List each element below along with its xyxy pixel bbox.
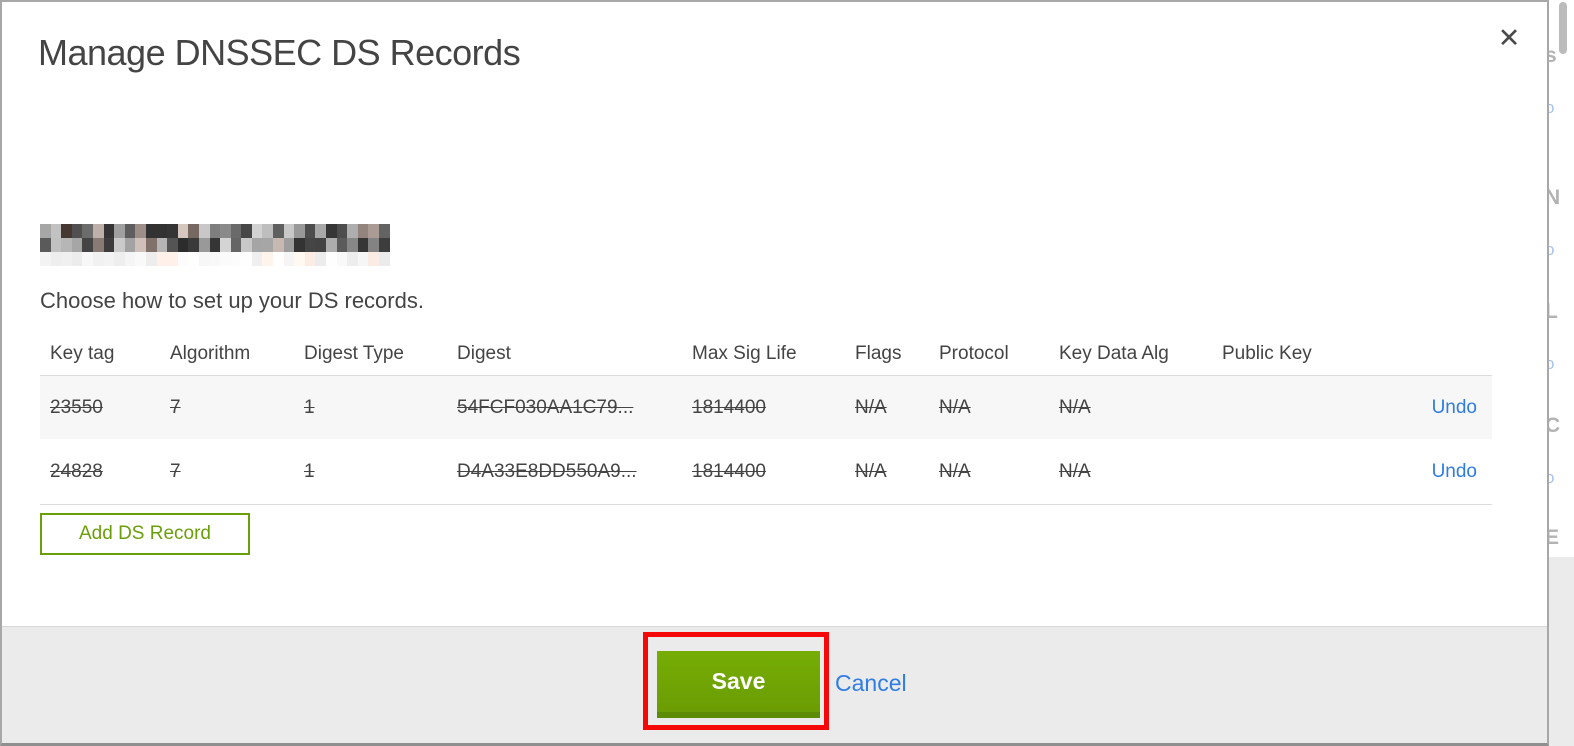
background-gray-section <box>1549 557 1574 746</box>
redacted-domain-name <box>40 224 390 266</box>
background-text-fragment: L <box>1549 300 1558 323</box>
cell-key-data-alg: N/A <box>1059 396 1091 418</box>
background-text-fragment: E <box>1549 526 1560 549</box>
dialog-footer: Save Cancel <box>2 626 1547 743</box>
ds-records-table: Key tag Algorithm Digest Type Digest Max… <box>40 332 1492 505</box>
col-header-flags: Flags <box>855 342 902 364</box>
cell-max-sig-life: 1814400 <box>692 396 766 418</box>
table-header-row: Key tag Algorithm Digest Type Digest Max… <box>40 332 1492 376</box>
cell-key-tag: 23550 <box>50 396 103 418</box>
undo-link[interactable]: Undo <box>1432 397 1477 418</box>
col-header-key-tag: Key tag <box>50 342 115 364</box>
col-header-public-key: Public Key <box>1222 342 1312 364</box>
cell-flags: N/A <box>855 460 887 482</box>
cell-flags: N/A <box>855 396 887 418</box>
background-text-fragment: s <box>1549 44 1557 67</box>
cell-protocol: N/A <box>939 396 971 418</box>
col-header-max-sig-life: Max Sig Life <box>692 342 797 364</box>
cell-digest: 54FCF030AA1C79... <box>457 396 634 418</box>
background-text-fragment: o <box>1549 240 1555 259</box>
cell-protocol: N/A <box>939 460 971 482</box>
scrollbar-thumb[interactable] <box>1559 2 1567 54</box>
table-row: 23550 7 1 54FCF030AA1C79... 1814400 N/A … <box>40 376 1492 439</box>
cell-digest-type: 1 <box>304 396 315 418</box>
table-row: 24828 7 1 D4A33E8DD550A9... 1814400 N/A … <box>40 439 1492 505</box>
col-header-digest: Digest <box>457 342 511 364</box>
cell-key-data-alg: N/A <box>1059 460 1091 482</box>
col-header-digest-type: Digest Type <box>304 342 404 364</box>
cell-algorithm: 7 <box>170 396 181 418</box>
col-header-algorithm: Algorithm <box>170 342 251 364</box>
col-header-protocol: Protocol <box>939 342 1009 364</box>
background-text-fragment: N <box>1549 186 1561 209</box>
cell-algorithm: 7 <box>170 460 181 482</box>
page: s o No Lo Co E Manage DNSSEC DS Records ✕ Cho… <box>0 0 1574 746</box>
save-button[interactable]: Save <box>657 651 820 718</box>
cell-digest-type: 1 <box>304 460 315 482</box>
background-page-sliver: s o No Lo Co E <box>1549 0 1574 746</box>
dialog-title: Manage DNSSEC DS Records <box>38 32 521 73</box>
add-ds-record-button[interactable]: Add DS Record <box>40 513 250 555</box>
close-icon[interactable]: ✕ <box>1493 22 1525 54</box>
manage-dnssec-ds-records-dialog: Manage DNSSEC DS Records ✕ Choose how to… <box>0 0 1549 746</box>
cell-max-sig-life: 1814400 <box>692 460 766 482</box>
cancel-link[interactable]: Cancel <box>835 670 907 697</box>
background-text-fragment: o <box>1549 468 1555 487</box>
background-text-fragment: C <box>1549 414 1561 437</box>
dialog-subtitle: Choose how to set up your DS records. <box>40 288 424 313</box>
col-header-key-data-alg: Key Data Alg <box>1059 342 1169 364</box>
cell-digest: D4A33E8DD550A9... <box>457 460 637 482</box>
background-text-fragment: o <box>1549 98 1555 117</box>
cell-key-tag: 24828 <box>50 460 103 482</box>
background-text-fragment: o <box>1549 354 1555 373</box>
undo-link[interactable]: Undo <box>1432 461 1477 482</box>
